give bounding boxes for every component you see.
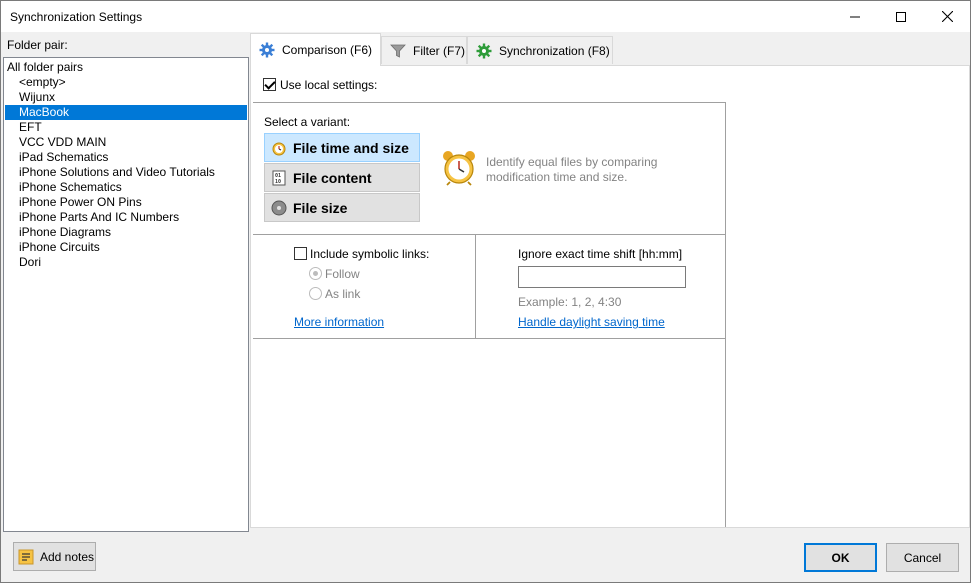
include-symlinks-label: Include symbolic links: — [310, 247, 430, 261]
symlink-as-link-radio[interactable] — [309, 287, 322, 300]
variant-time-size-label: File time and size — [293, 139, 409, 156]
sync-gear-icon — [476, 43, 492, 58]
folder-pair-item[interactable]: iPhone Parts And IC Numbers — [5, 210, 247, 225]
folder-pair-item[interactable]: iPhone Power ON Pins — [5, 195, 247, 210]
ok-label: OK — [831, 550, 850, 565]
folder-pair-item[interactable]: iPhone Circuits — [5, 240, 247, 255]
variant-content-button[interactable]: 01 10 File content — [264, 163, 420, 192]
folder-pair-item[interactable]: Dori — [5, 255, 247, 270]
folder-pair-item[interactable]: EFT — [5, 120, 247, 135]
divider — [475, 234, 476, 338]
include-symlinks-checkbox[interactable] — [294, 247, 307, 260]
folder-pair-label: Folder pair: — [7, 38, 68, 52]
maximize-button[interactable] — [878, 1, 924, 32]
use-local-settings-label: Use local settings: — [280, 78, 378, 92]
window-title: Synchronization Settings — [10, 10, 143, 24]
alarm-clock-icon — [443, 151, 475, 186]
variant-size-label: File size — [293, 199, 348, 216]
close-icon — [941, 11, 953, 22]
clock-icon — [272, 142, 286, 155]
svg-text:10: 10 — [275, 179, 281, 185]
filter-icon — [390, 44, 406, 58]
comparison-panel: Use local settings: Select a variant: Fi… — [250, 65, 970, 528]
tab-comparison-label: Comparison (F6) — [282, 43, 373, 57]
minimize-icon — [850, 16, 860, 17]
tab-comparison[interactable]: Comparison (F6) — [250, 33, 381, 66]
disk-icon — [271, 200, 287, 215]
variant-label: Select a variant: — [264, 115, 351, 129]
cancel-label: Cancel — [903, 550, 942, 565]
symlink-follow-radio[interactable] — [309, 267, 322, 280]
tab-filter-label: Filter (F7) — [413, 43, 465, 58]
divider — [253, 338, 726, 339]
folder-pair-item[interactable]: All folder pairs — [5, 60, 247, 75]
add-notes-button[interactable]: Add notes — [13, 542, 96, 571]
folder-pair-item-selected[interactable]: MacBook — [5, 105, 247, 120]
folder-pair-item[interactable]: Wijunx — [5, 90, 247, 105]
folder-pair-item[interactable]: iPhone Solutions and Video Tutorials — [5, 165, 247, 180]
ok-button[interactable]: OK — [804, 543, 877, 572]
gear-icon — [259, 42, 275, 58]
variant-description-line-1: Identify equal files by comparing — [486, 155, 658, 169]
tab-filter[interactable]: Filter (F7) — [381, 36, 467, 64]
folder-pair-item[interactable]: iPhone Diagrams — [5, 225, 247, 240]
variant-content-label: File content — [293, 169, 372, 186]
folder-pair-list[interactable]: All folder pairs <empty> Wijunx MacBook … — [3, 57, 249, 532]
variant-size-button[interactable]: File size — [264, 193, 420, 222]
notes-icon — [18, 549, 34, 564]
folder-pair-item[interactable]: <empty> — [5, 75, 247, 90]
use-local-settings-checkbox[interactable] — [263, 78, 276, 91]
time-shift-label: Ignore exact time shift [hh:mm] — [518, 247, 683, 261]
variant-description-line-2: modification time and size. — [486, 170, 628, 184]
daylight-saving-link[interactable]: Handle daylight saving time — [518, 315, 665, 329]
more-information-link[interactable]: More information — [294, 315, 384, 329]
time-shift-input[interactable] — [518, 266, 686, 288]
settings-dialog: Synchronization Settings Folder pair: Al… — [0, 0, 971, 583]
time-shift-example: Example: 1, 2, 4:30 — [518, 295, 622, 309]
divider — [253, 234, 726, 235]
add-notes-label: Add notes — [40, 549, 95, 564]
tab-synchronization-label: Synchronization (F8) — [499, 43, 610, 58]
divider — [725, 102, 726, 527]
symlink-follow-label: Follow — [325, 267, 360, 281]
divider — [253, 102, 726, 103]
variant-time-size-button[interactable]: File time and size — [264, 133, 420, 162]
folder-pair-item[interactable]: iPhone Schematics — [5, 180, 247, 195]
cancel-button[interactable]: Cancel — [886, 543, 959, 572]
maximize-icon — [896, 11, 906, 22]
folder-pair-item[interactable]: VCC VDD MAIN — [5, 135, 247, 150]
minimize-button[interactable] — [832, 1, 878, 32]
close-button[interactable] — [924, 1, 970, 32]
folder-pair-item[interactable]: iPad Schematics — [5, 150, 247, 165]
binary-file-icon: 01 10 — [272, 170, 286, 185]
symlink-as-link-label: As link — [325, 287, 361, 301]
title-bar: Synchronization Settings — [1, 1, 970, 32]
tab-synchronization[interactable]: Synchronization (F8) — [467, 36, 613, 64]
